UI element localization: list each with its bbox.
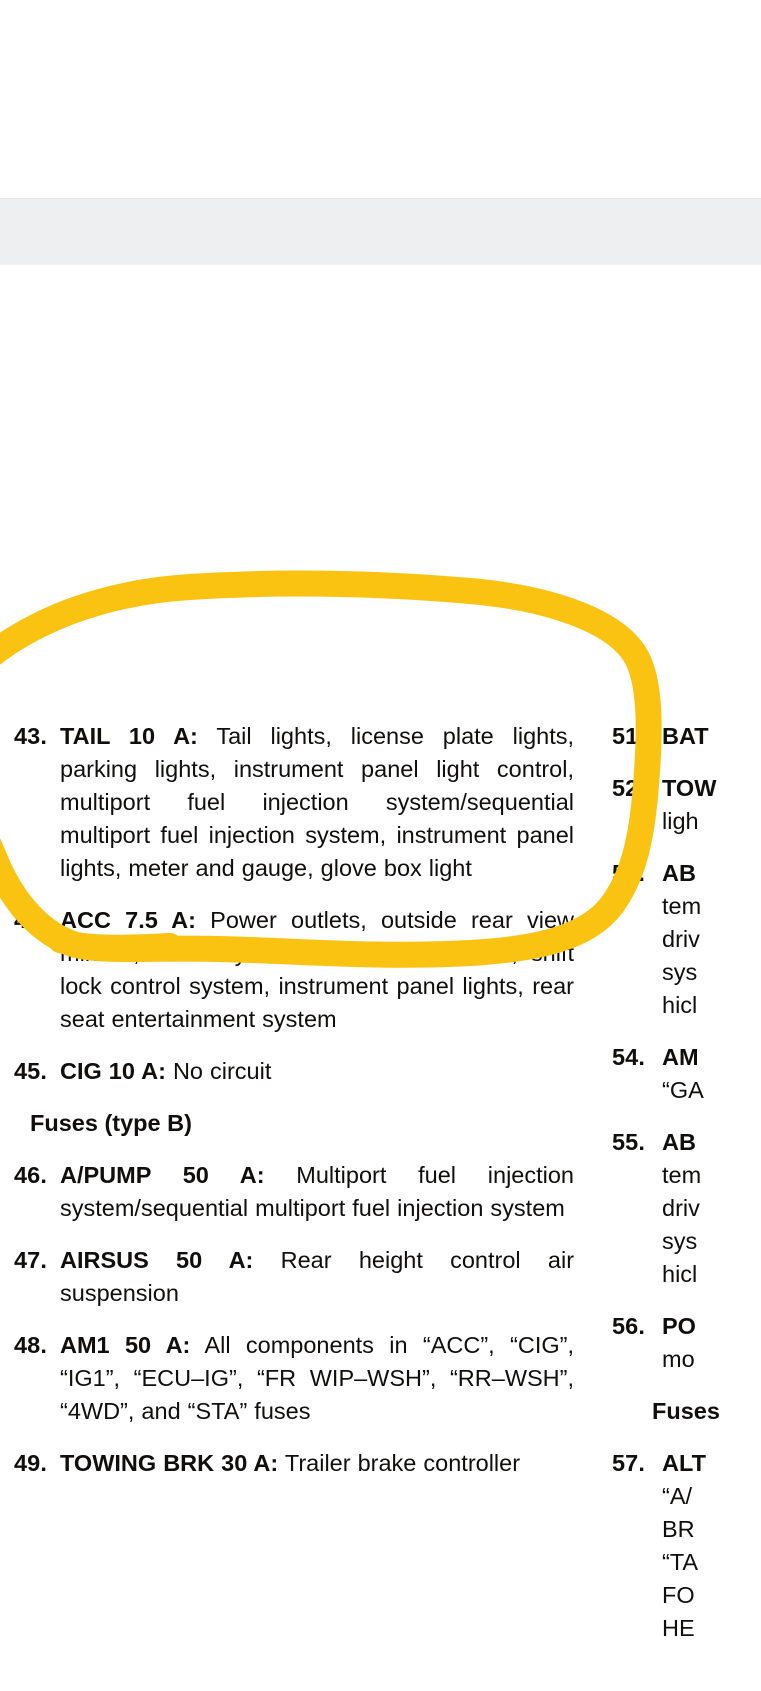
fuse-item-body: TOWING BRK 30 A: Trailer brake controlle… xyxy=(60,1447,574,1480)
fuse-item-label: TAIL 10 A: xyxy=(60,723,198,749)
fuse-item-text: ligh xyxy=(662,808,699,834)
fuse-item-body: AM1 50 A: All components in “ACC”, “CIG”… xyxy=(60,1329,574,1428)
fuse-item-number: 54. xyxy=(612,1044,645,1070)
fuse-item-number: 44. xyxy=(14,907,47,933)
fuse-item-label: BAT xyxy=(662,723,709,749)
fuse-list-item-51: 51. BAT xyxy=(612,720,761,753)
manual-page[interactable]: 43. TAIL 10 A: Tail lights, license plat… xyxy=(0,265,761,1691)
fuse-item-body: TOW ligh xyxy=(662,772,761,838)
fuse-list-item-55: 55. AB tem driv sys hicl xyxy=(612,1126,761,1291)
fuse-item-body: A/PUMP 50 A: Multiport fuel injection sy… xyxy=(60,1159,574,1225)
fuse-item-body: AB tem driv sys hicl xyxy=(662,857,761,1022)
fuse-item-label: ACC 7.5 A: xyxy=(60,907,196,933)
left-column: 43. TAIL 10 A: Tail lights, license plat… xyxy=(14,720,574,1499)
fuse-list-item-56: 56. PO mo xyxy=(612,1310,761,1376)
fuse-list-item-43: 43. TAIL 10 A: Tail lights, license plat… xyxy=(14,720,574,885)
toolbar-gray-band[interactable] xyxy=(0,198,761,267)
fuse-item-number: 51. xyxy=(612,723,645,749)
fuse-item-body: AIRSUS 50 A: Rear height control air sus… xyxy=(60,1244,574,1310)
fuse-item-number: 49. xyxy=(14,1450,47,1476)
fuse-list-item-53: 53. AB tem driv sys hicl xyxy=(612,857,761,1022)
fuse-item-label: AIRSUS 50 A: xyxy=(60,1247,254,1273)
fuse-item-label: ALT xyxy=(662,1450,706,1476)
fuse-item-label: CIG 10 A: xyxy=(60,1058,166,1084)
fuse-item-label: TOWING BRK 30 A: xyxy=(60,1450,279,1476)
fuse-item-body: AB tem driv sys hicl xyxy=(662,1126,761,1291)
fuse-item-text: “GA xyxy=(662,1077,704,1103)
fuse-item-number: 56. xyxy=(612,1313,645,1339)
fuse-item-label: AB xyxy=(662,860,696,886)
fuse-item-number: 52. xyxy=(612,775,645,801)
fuse-item-text: Trailer brake controller xyxy=(284,1450,521,1476)
right-column: 51. BAT 52. TOW ligh 53. AB tem driv sys h… xyxy=(612,720,761,1664)
fuse-item-label: PO xyxy=(662,1313,696,1339)
fuse-item-text: tem driv sys hicl xyxy=(662,893,702,1018)
fuse-list-item-57: 57. ALT “A/ BR “TA FO HE xyxy=(612,1447,761,1645)
fuse-item-number: 45. xyxy=(14,1058,47,1084)
fuse-item-body: AM “GA xyxy=(662,1041,761,1107)
fuse-item-number: 46. xyxy=(14,1162,47,1188)
fuse-item-label: AM xyxy=(662,1044,699,1070)
fuse-item-body: BAT xyxy=(662,720,761,753)
fuse-list-item-44: 44. ACC 7.5 A: Power outlets, outside re… xyxy=(14,904,574,1036)
fuse-item-body: ALT “A/ BR “TA FO HE xyxy=(662,1447,761,1645)
fuse-item-text: tem driv sys hicl xyxy=(662,1162,702,1287)
fuse-item-body: PO mo xyxy=(662,1310,761,1376)
fuse-item-number: 48. xyxy=(14,1332,47,1358)
fuse-list-item-45: 45. CIG 10 A: No circuit xyxy=(14,1055,574,1088)
fuse-item-number: 53. xyxy=(612,860,645,886)
screenshot-root: 43. TAIL 10 A: Tail lights, license plat… xyxy=(0,0,761,1691)
fuse-item-body: TAIL 10 A: Tail lights, license plate li… xyxy=(60,720,574,885)
fuse-list-item-52: 52. TOW ligh xyxy=(612,772,761,838)
fuse-list-item-49: 49. TOWING BRK 30 A: Trailer brake contr… xyxy=(14,1447,574,1480)
fuse-item-label: TOW xyxy=(662,775,717,801)
section-subheading-fuses-type-b: Fuses (type B) xyxy=(30,1110,192,1136)
fuse-item-number: 47. xyxy=(14,1247,47,1273)
fuse-list-item-48: 48. AM1 50 A: All components in “ACC”, “… xyxy=(14,1329,574,1428)
fuse-item-label: AM1 50 A: xyxy=(60,1332,191,1358)
fuse-item-body: ACC 7.5 A: Power outlets, outside rear v… xyxy=(60,904,574,1036)
fuse-item-body: CIG 10 A: No circuit xyxy=(60,1055,574,1088)
fuse-item-number: 43. xyxy=(14,723,47,749)
fuse-item-number: 57. xyxy=(612,1450,645,1476)
fuse-item-text: No circuit xyxy=(172,1058,272,1084)
top-white-area xyxy=(0,0,761,198)
section-subheading-fuses-right: Fuses xyxy=(652,1398,720,1424)
fuse-item-text: “A/ BR “TA FO HE xyxy=(662,1483,699,1641)
fuse-item-label: A/PUMP 50 A: xyxy=(60,1162,265,1188)
fuse-list-item-54: 54. AM “GA xyxy=(612,1041,761,1107)
fuse-item-label: AB xyxy=(662,1129,696,1155)
fuse-list-item-47: 47. AIRSUS 50 A: Rear height control air… xyxy=(14,1244,574,1310)
fuse-list-item-46: 46. A/PUMP 50 A: Multiport fuel injectio… xyxy=(14,1159,574,1225)
fuse-item-number: 55. xyxy=(612,1129,645,1155)
fuse-item-text: mo xyxy=(662,1346,695,1372)
